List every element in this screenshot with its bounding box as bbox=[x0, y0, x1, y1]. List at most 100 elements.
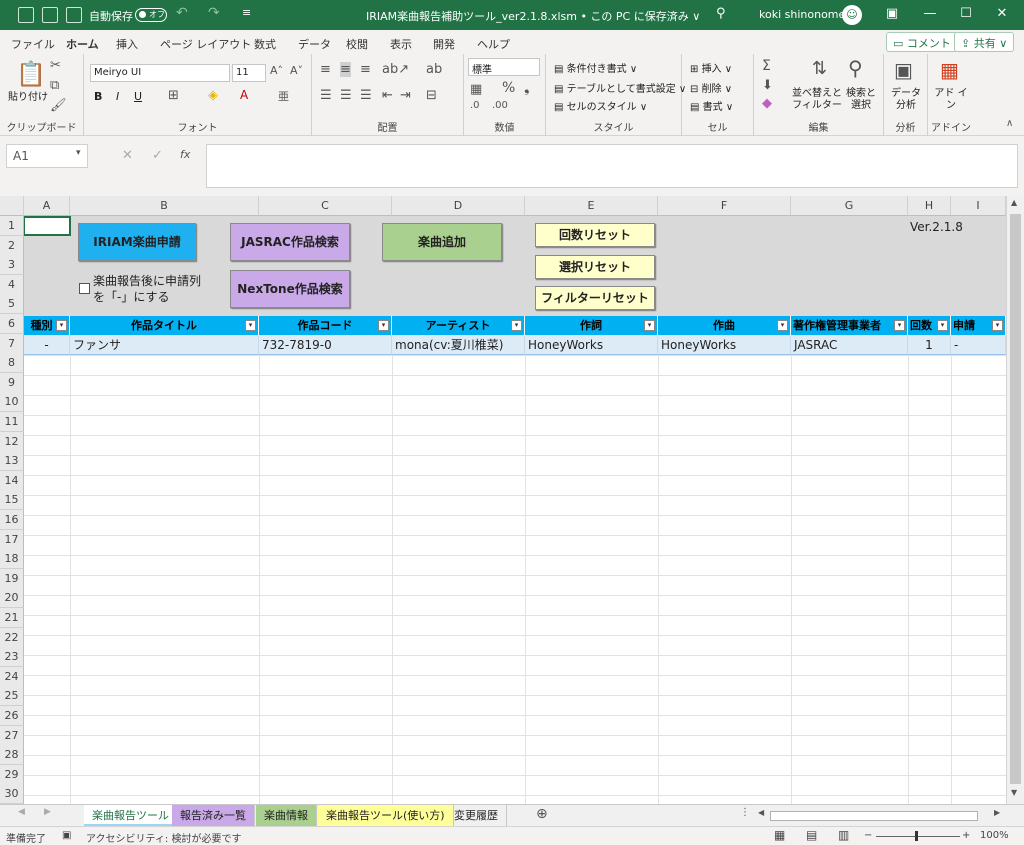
filter-dropdown-icon[interactable]: ▾ bbox=[511, 320, 522, 331]
border-icon[interactable]: ⊞ bbox=[168, 88, 179, 103]
col-header-e[interactable]: E bbox=[525, 196, 658, 216]
align-middle-icon[interactable]: ≡ bbox=[340, 62, 351, 77]
normal-view-icon[interactable]: ▦ bbox=[774, 828, 785, 842]
col-header-d[interactable]: D bbox=[392, 196, 525, 216]
jasrac-search-button[interactable]: JASRAC作品検索 bbox=[230, 223, 350, 261]
zoom-slider[interactable] bbox=[876, 836, 960, 837]
zoom-level[interactable]: 100% bbox=[980, 830, 1009, 841]
delete-cells-button[interactable]: ⊟ 削除 ∨ bbox=[690, 80, 732, 95]
row-header[interactable]: 20 bbox=[0, 588, 24, 609]
row-header[interactable]: 16 bbox=[0, 510, 24, 530]
row-header[interactable]: 23 bbox=[0, 647, 24, 668]
col-header-f[interactable]: F bbox=[658, 196, 791, 216]
add-song-button[interactable]: 楽曲追加 bbox=[382, 223, 502, 261]
sheet-tab-usage[interactable]: 楽曲報告ツール(使い方) bbox=[318, 805, 454, 826]
iriam-apply-button[interactable]: IRIAM楽曲申請 bbox=[78, 223, 196, 261]
row-header[interactable]: 27 bbox=[0, 725, 24, 746]
macro-record-icon[interactable]: ▣ bbox=[62, 830, 71, 841]
filter-reset-button[interactable]: フィルターリセット bbox=[535, 286, 655, 310]
wrap-text-icon[interactable]: ab bbox=[426, 62, 442, 77]
row-header[interactable]: 14 bbox=[0, 470, 24, 491]
tab-home[interactable]: ホーム bbox=[66, 36, 99, 56]
filter-dropdown-icon[interactable]: ▾ bbox=[894, 320, 905, 331]
conditional-format-button[interactable]: ▤ 条件付き書式 ∨ bbox=[554, 60, 637, 75]
filter-dropdown-icon[interactable]: ▾ bbox=[644, 320, 655, 331]
restore-button[interactable]: ☐ bbox=[956, 6, 976, 24]
vertical-scrollbar[interactable]: ▲ ▼ bbox=[1006, 196, 1024, 804]
row-header[interactable]: 18 bbox=[0, 549, 24, 570]
cell-style-button[interactable]: ▤ セルのスタイル ∨ bbox=[554, 98, 647, 113]
zoom-out-icon[interactable]: − bbox=[864, 830, 872, 841]
percent-icon[interactable]: % bbox=[502, 80, 515, 96]
format-cells-button[interactable]: ▤ 書式 ∨ bbox=[690, 98, 733, 113]
font-size-select[interactable]: 11 bbox=[232, 64, 266, 82]
nextone-search-button[interactable]: NexTone作品検索 bbox=[230, 270, 350, 308]
row-header[interactable]: 25 bbox=[0, 686, 24, 707]
worksheet-grid[interactable]: A B C D E F G H I 1 2 3 4 5 6 7 8 9 10 11 12 13 14 15 1… bbox=[0, 196, 1006, 804]
redo-icon[interactable]: ↷ bbox=[208, 5, 220, 21]
row-header[interactable]: 10 bbox=[0, 392, 24, 413]
tab-help[interactable]: ヘルプ bbox=[477, 36, 510, 52]
comma-icon[interactable]: ❟ bbox=[524, 80, 530, 96]
row-header[interactable]: 8 bbox=[0, 353, 24, 374]
row-header[interactable]: 6 bbox=[0, 314, 24, 334]
scroll-thumb[interactable] bbox=[1010, 214, 1021, 784]
page-break-view-icon[interactable]: ▥ bbox=[838, 828, 849, 842]
cell-apply[interactable]: - bbox=[951, 336, 1006, 355]
comment-button[interactable]: ▭ コメント bbox=[886, 32, 958, 52]
fill-color-icon[interactable]: ◈ bbox=[208, 88, 218, 103]
horizontal-scrollbar[interactable] bbox=[770, 811, 978, 821]
avatar[interactable]: ☺ bbox=[842, 5, 862, 25]
tab-insert[interactable]: 挿入 bbox=[116, 36, 138, 52]
sheet-tab-changelog[interactable]: 変更履歴 bbox=[446, 805, 507, 826]
count-reset-button[interactable]: 回数リセット bbox=[535, 223, 655, 247]
sort-filter-label[interactable]: 並べ替えと フィルター bbox=[792, 88, 842, 112]
ribbon-options-icon[interactable]: ▣ bbox=[882, 6, 902, 24]
font-grow-icon[interactable]: A˄ bbox=[270, 64, 283, 77]
clear-icon[interactable]: ◆ bbox=[762, 96, 772, 111]
phonetic-icon[interactable]: 亜 bbox=[278, 88, 289, 104]
tab-scroll-left-icon[interactable]: ◀ bbox=[18, 807, 25, 817]
collapse-ribbon-icon[interactable]: ∧ bbox=[1006, 118, 1013, 129]
row-header[interactable]: 21 bbox=[0, 608, 24, 628]
minimize-button[interactable]: — bbox=[920, 6, 940, 24]
col-header-a[interactable]: A bbox=[24, 196, 70, 216]
selection-reset-button[interactable]: 選択リセット bbox=[535, 255, 655, 279]
autosave-toggle[interactable]: オフ bbox=[135, 8, 167, 22]
scroll-down-icon[interactable]: ▼ bbox=[1011, 788, 1017, 797]
formula-input[interactable] bbox=[206, 144, 1018, 188]
row-header[interactable]: 22 bbox=[0, 627, 24, 648]
save-icon[interactable] bbox=[66, 7, 82, 23]
row-header[interactable]: 2 bbox=[0, 235, 24, 256]
cell-composer[interactable]: HoneyWorks bbox=[658, 336, 791, 355]
cell-title[interactable]: ファンサ bbox=[70, 336, 259, 355]
row-header[interactable]: 3 bbox=[0, 255, 24, 276]
data-analysis-label[interactable]: データ 分析 bbox=[888, 88, 924, 112]
align-center-icon[interactable]: ☰ bbox=[340, 88, 352, 103]
bold-icon[interactable]: B bbox=[94, 90, 102, 103]
tab-view[interactable]: 表示 bbox=[390, 36, 412, 52]
decimal-increase-icon[interactable]: .0 bbox=[470, 100, 480, 111]
user-name[interactable]: koki shinonome bbox=[759, 8, 845, 21]
font-color-icon[interactable]: A bbox=[240, 88, 248, 102]
filter-dropdown-icon[interactable]: ▾ bbox=[777, 320, 788, 331]
addin-icon[interactable]: ▦ bbox=[940, 58, 959, 82]
row-header[interactable]: 19 bbox=[0, 568, 24, 589]
currency-icon[interactable]: ▦ bbox=[470, 82, 482, 97]
tab-file[interactable]: ファイル bbox=[11, 36, 55, 52]
hscroll-right-icon[interactable]: ▶ bbox=[994, 808, 1000, 817]
filter-dropdown-icon[interactable]: ▾ bbox=[992, 320, 1003, 331]
set-dash-checkbox[interactable] bbox=[79, 283, 90, 294]
align-right-icon[interactable]: ☰ bbox=[360, 88, 372, 103]
sheet-tab-report-tool[interactable]: 楽曲報告ツール bbox=[84, 805, 178, 826]
font-name-select[interactable]: Meiryo UI bbox=[90, 64, 230, 82]
filter-dropdown-icon[interactable]: ▾ bbox=[937, 320, 948, 331]
row-header[interactable]: 24 bbox=[0, 666, 24, 687]
cell-count[interactable]: 1 bbox=[908, 336, 951, 355]
tab-page-layout[interactable]: ページ レイアウト bbox=[160, 36, 251, 52]
find-icon[interactable]: ⚲ bbox=[848, 56, 863, 80]
undo-icon[interactable]: ↶ bbox=[176, 5, 188, 21]
row-header[interactable]: 1 bbox=[0, 216, 24, 236]
indent-increase-icon[interactable]: ⇥ bbox=[400, 88, 411, 103]
filter-dropdown-icon[interactable]: ▾ bbox=[245, 320, 256, 331]
